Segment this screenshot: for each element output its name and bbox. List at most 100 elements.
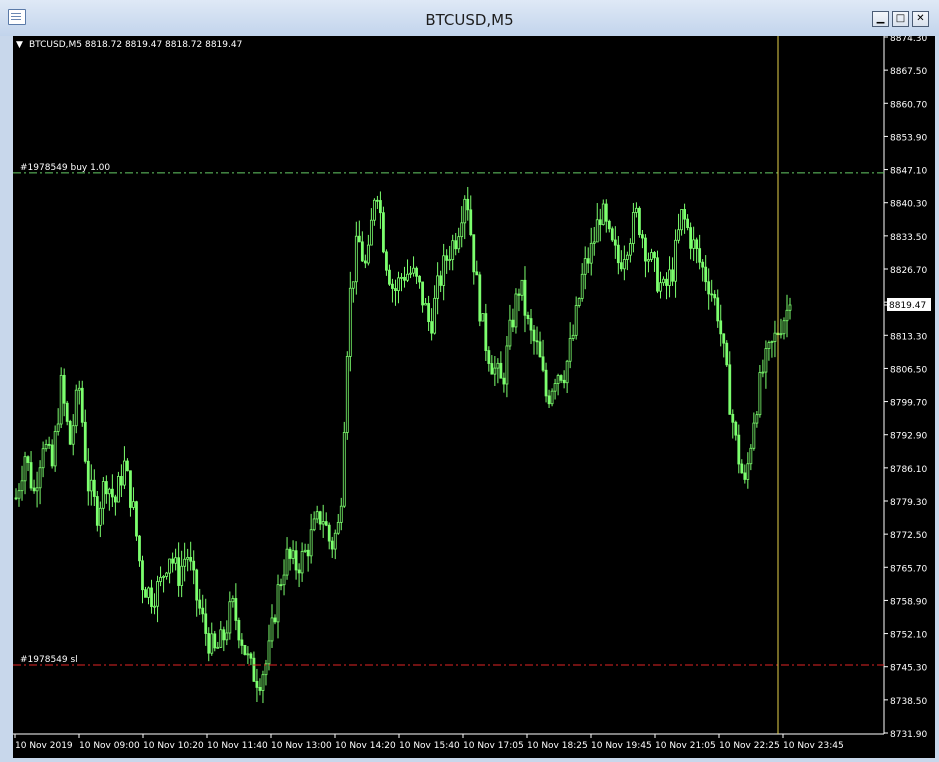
candle-body — [276, 584, 280, 623]
candle-body — [583, 258, 587, 275]
candle-body — [406, 273, 409, 281]
candle-body — [270, 617, 274, 642]
candle-body — [490, 363, 494, 375]
candle-body — [98, 507, 102, 526]
maximize-button[interactable]: □ — [892, 11, 909, 27]
candle-body — [186, 556, 190, 560]
candle-body — [499, 362, 503, 379]
candle-body — [95, 496, 99, 526]
candle-body — [571, 334, 575, 339]
candle-body — [330, 540, 334, 550]
x-tick-label: 10 Nov 13:00 — [271, 741, 332, 751]
price-chart[interactable]: 8874.30 8867.50 8860.70 8853.90 8847.10 8840.… — [13, 36, 935, 758]
y-tick-label: 8826.70 — [890, 266, 927, 276]
candle-body — [454, 240, 458, 250]
minimize-button[interactable]: ▁ — [872, 11, 889, 27]
candle-body — [83, 421, 87, 462]
candle-body — [562, 379, 566, 384]
x-tick-label: 10 Nov 17:05 — [463, 741, 524, 751]
candle-body — [662, 278, 665, 284]
candle-body — [586, 258, 590, 264]
candle-body — [502, 377, 506, 385]
y-tick-label: 8860.70 — [890, 100, 927, 110]
candle-body — [198, 599, 202, 609]
candle-body — [644, 237, 647, 262]
candle-body — [147, 587, 150, 598]
candle-body — [758, 372, 762, 416]
candle-body — [309, 529, 313, 557]
candle-body — [508, 319, 512, 347]
candle-body — [397, 277, 400, 291]
candle-body — [418, 275, 421, 283]
candle-body — [379, 200, 382, 214]
candle-body — [156, 581, 159, 607]
candle-body — [267, 640, 271, 665]
candle-body — [59, 374, 63, 425]
title-bar[interactable]: BTCUSD,M5 ▁ □ ✕ — [0, 0, 939, 36]
candle-body — [526, 314, 530, 319]
chart-canvas[interactable]: 8874.30 8867.50 8860.70 8853.90 8847.10 8840.… — [13, 36, 935, 758]
candle-body — [475, 271, 479, 276]
candle-body — [668, 269, 671, 286]
candle-body — [677, 229, 680, 241]
candle-body — [568, 338, 572, 362]
candle-body — [701, 261, 705, 268]
candle-body — [132, 501, 135, 508]
candle-body — [35, 487, 39, 492]
candle-body — [394, 288, 397, 291]
candle-body — [622, 259, 626, 270]
x-tick-label: 10 Nov 09:00 — [79, 741, 140, 751]
candle-body — [237, 620, 241, 641]
candle-body — [222, 629, 226, 641]
y-tick-label: 8840.30 — [890, 200, 927, 210]
candle-body — [457, 236, 461, 250]
candle-body — [647, 259, 650, 262]
candle-body — [535, 340, 539, 343]
candle-body — [279, 584, 283, 587]
candle-body — [496, 362, 500, 369]
candle-body — [113, 496, 117, 503]
x-tick-label: 10 Nov 22:25 — [719, 741, 780, 751]
candle-body — [38, 467, 42, 489]
candle-body — [243, 644, 247, 655]
candle-body — [433, 297, 437, 334]
x-tick-label: 10 Nov 2019 — [15, 741, 73, 751]
candle-body — [50, 444, 54, 467]
candle-body — [382, 212, 385, 253]
candle-body — [589, 242, 593, 264]
candle-body — [207, 633, 211, 654]
close-button[interactable]: ✕ — [912, 11, 929, 27]
y-tick-label: 8874.30 — [890, 36, 927, 44]
candle-body — [544, 369, 548, 397]
candle-body — [755, 414, 759, 424]
candle-body — [321, 521, 325, 525]
candle-body — [65, 402, 69, 422]
y-tick-label: 8806.50 — [890, 365, 927, 375]
y-tick-label: 8772.50 — [890, 531, 927, 541]
x-tick-label: 10 Nov 15:40 — [399, 741, 460, 751]
candle-body — [391, 283, 394, 289]
dropdown-arrow-icon[interactable]: ▼ — [16, 40, 23, 50]
x-tick-label: 10 Nov 18:25 — [527, 741, 588, 751]
candle-body — [120, 476, 123, 486]
y-tick-label: 8786.10 — [890, 465, 927, 475]
candle-body — [761, 371, 765, 374]
window-title: BTCUSD,M5 — [425, 11, 514, 29]
candle-body — [333, 532, 337, 550]
candle-body — [318, 511, 322, 525]
candle-body — [192, 560, 196, 571]
candle-body — [231, 598, 235, 603]
candle-body — [445, 255, 449, 261]
candle-body — [448, 259, 452, 261]
y-tick-label: 8847.10 — [890, 167, 927, 177]
chart-window: BTCUSD,M5 ▁ □ ✕ 8874.30 8867.50 8860.70 885… — [0, 0, 939, 762]
candle-body — [273, 617, 277, 623]
candle-body — [288, 548, 292, 559]
candle-body — [592, 241, 596, 244]
candle-body — [610, 228, 614, 241]
sl-order-label: #1978549 sl — [20, 655, 78, 665]
candle-body — [138, 535, 141, 562]
candle-body — [74, 389, 78, 427]
candle-body — [574, 305, 578, 336]
candle-body — [86, 460, 90, 492]
